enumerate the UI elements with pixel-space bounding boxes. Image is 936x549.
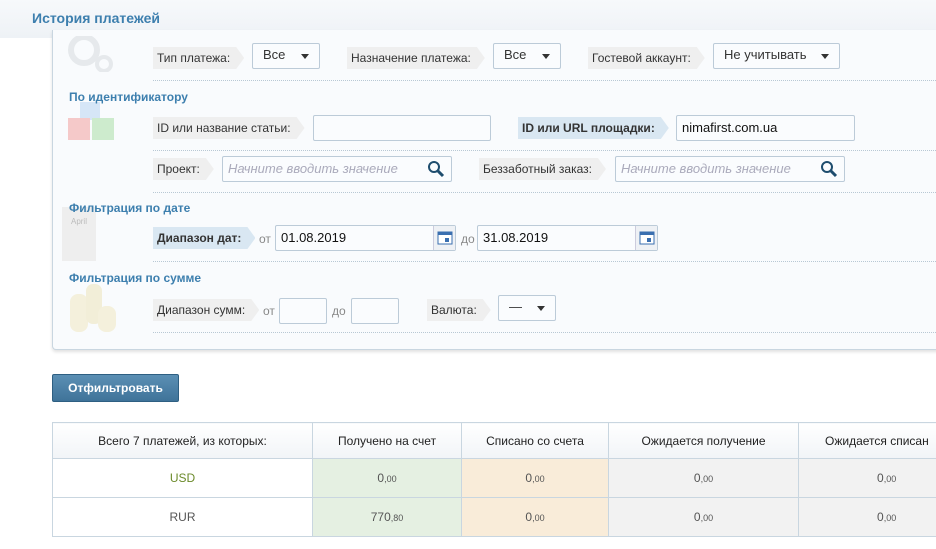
amount-cents: ,00 [700,474,714,484]
pending-receipt-cell: 0,00 [608,458,799,498]
column-header: Ожидается списан [798,422,936,459]
sum-from-input[interactable] [279,298,327,324]
sum-range-label: Диапазон сумм: [153,299,259,321]
calendar-decor-icon: April [62,207,96,261]
payments-summary-table: Всего 7 платежей, из которых: Получено н… [52,422,936,537]
table-row: USD 0,00 0,00 0,00 0,00 [52,458,936,498]
purpose-label: Назначение платежа: [347,47,485,69]
currency-cell: USD [52,458,313,498]
payment-type-value: Все [263,47,286,62]
pending-receipt-cell: 0,00 [608,497,799,537]
amount-cents: ,00 [384,474,397,484]
section-by-sum: Фильтрация по сумме [69,271,202,285]
calendar-icon[interactable] [635,226,657,250]
divider [153,80,936,81]
sum-to-label: до [332,304,346,318]
amount-cents: ,00 [883,474,897,484]
project-placeholder: Начните вводить значение [228,161,398,176]
article-id-label: ID или название статьи: [153,117,305,139]
amount-int: 0 [877,510,884,524]
currency-select[interactable]: — [498,295,556,321]
amount-int: 0 [877,471,884,485]
order-placeholder: Начните вводить значение [621,161,791,176]
site-id-input[interactable]: nimafirst.com.ua [676,115,855,141]
divider [153,150,936,151]
section-by-date: Фильтрация по дате [69,201,191,215]
page-title: История платежей [32,10,161,26]
purpose-select[interactable]: Все [493,43,561,69]
pending-writeoff-cell: 0,00 [798,497,936,537]
payment-type-select[interactable]: Все [252,43,320,69]
column-header: Ожидается получение [608,422,799,459]
divider [153,332,936,333]
amount-int: 770 [370,510,391,524]
table-header-row: Всего 7 платежей, из которых: Получено н… [52,422,936,459]
amount-cents: ,00 [532,474,545,484]
calendar-icon[interactable] [433,226,455,250]
amount-cents: ,80 [390,513,404,523]
section-by-id: По идентификатору [69,90,188,104]
chevron-down-icon [537,306,545,311]
sum-to-input[interactable] [351,298,399,324]
divider [153,192,936,193]
date-to-input[interactable]: 31.08.2019 [477,225,658,251]
site-id-label: ID или URL площадки: [518,117,669,139]
guest-account-value: Не учитывать [724,47,807,62]
article-id-input[interactable] [313,115,491,141]
date-from-value: 01.08.2019 [281,230,347,245]
guest-account-select[interactable]: Не учитывать [713,43,840,69]
written-off-cell: 0,00 [461,497,609,537]
column-header: Списано со счета [461,422,609,459]
divider [153,261,936,262]
project-input[interactable]: Начните вводить значение [222,156,452,182]
payment-type-label: Тип платежа: [153,47,244,69]
date-from-input[interactable]: 01.08.2019 [275,225,456,251]
search-icon[interactable] [820,160,838,178]
date-to-value: 31.08.2019 [483,230,549,245]
purpose-value: Все [504,47,527,62]
table-row: RUR 770,80 0,00 0,00 0,00 [52,497,936,537]
coins-icon [70,284,116,332]
order-label: Беззаботный заказ: [479,158,606,180]
chevron-down-icon [301,54,309,59]
date-from-label: от [259,232,271,246]
date-range-label: Диапазон дат: [153,227,255,249]
chevron-down-icon [542,54,550,59]
currency-value: — [509,299,522,314]
currency-label: Валюта: [427,299,491,321]
date-to-label: до [461,232,475,246]
guest-account-label: Гостевой аккаунт: [588,47,705,69]
amount-cents: ,00 [883,513,897,523]
chevron-down-icon [821,54,829,59]
currency-cell: RUR [52,497,313,537]
project-label: Проект: [153,158,214,180]
received-cell: 0,00 [312,458,462,498]
gears-icon [68,36,113,72]
sum-from-label: от [263,304,275,318]
amount-cents: ,00 [700,513,714,523]
search-icon[interactable] [427,160,445,178]
amount-int: 0 [693,471,701,485]
amount-int: 0 [693,510,701,524]
written-off-cell: 0,00 [461,458,609,498]
received-cell: 770,80 [312,497,462,537]
pending-writeoff-cell: 0,00 [798,458,936,498]
order-input[interactable]: Начните вводить значение [615,156,845,182]
column-header: Всего 7 платежей, из которых: [52,422,313,459]
column-header: Получено на счет [312,422,462,459]
filter-button[interactable]: Отфильтровать [52,374,179,402]
cubes-icon [68,102,114,140]
amount-cents: ,00 [532,513,545,523]
